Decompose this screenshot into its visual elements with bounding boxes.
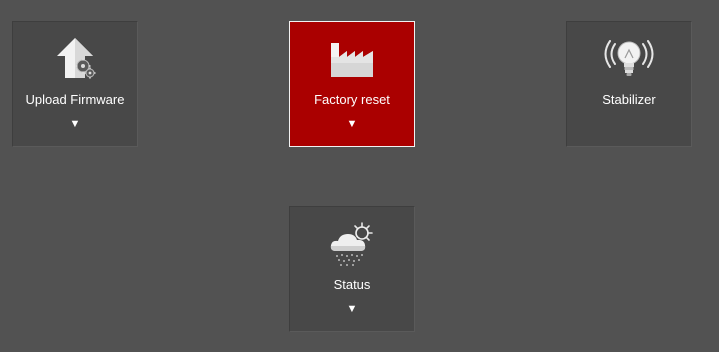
status-tile[interactable]: Status ▼	[289, 206, 415, 332]
weather-status-icon	[290, 221, 414, 267]
lightbulb-icon	[567, 36, 691, 82]
upload-firmware-tile[interactable]: Upload Firmware ▼	[12, 21, 138, 147]
stabilizer-tile[interactable]: Stabilizer	[566, 21, 692, 147]
chevron-down-icon[interactable]: ▼	[290, 303, 414, 315]
upload-firmware-icon	[13, 36, 137, 82]
factory-reset-label: Factory reset	[314, 92, 390, 107]
chevron-down-icon[interactable]: ▼	[13, 118, 137, 130]
chevron-down-icon[interactable]: ▼	[290, 118, 414, 130]
status-label: Status	[333, 277, 371, 292]
factory-reset-tile[interactable]: Factory reset ▼	[289, 21, 415, 147]
upload-firmware-label: Upload Firmware	[25, 92, 125, 107]
factory-icon	[290, 36, 414, 82]
menu-grid: Upload Firmware ▼ Factory reset ▼ Stabil…	[0, 0, 719, 352]
stabilizer-label: Stabilizer	[602, 92, 656, 107]
